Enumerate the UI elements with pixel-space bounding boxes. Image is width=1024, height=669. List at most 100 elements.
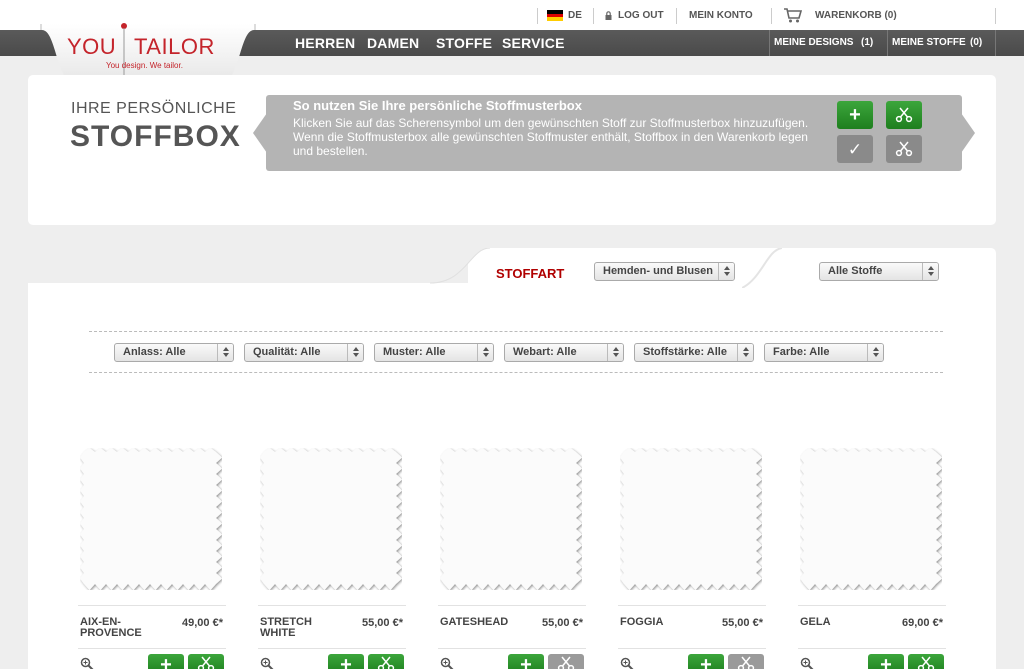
plus-icon: + [520, 654, 532, 669]
nav-stoffe[interactable]: STOFFE [436, 35, 492, 51]
divider [798, 648, 946, 649]
logo-tailor[interactable]: TAILOR [134, 34, 215, 60]
fabric-swatch[interactable] [800, 448, 942, 590]
product-name[interactable]: FOGGIA [620, 617, 663, 628]
product-name[interactable]: GELA [800, 617, 831, 628]
panel-curve-divider [742, 248, 782, 288]
fabric-swatch[interactable] [80, 448, 222, 590]
cart-icon[interactable] [783, 7, 803, 23]
panel-notch [28, 248, 468, 283]
divider [89, 331, 943, 332]
product-name-line2: PROVENCE [80, 627, 142, 639]
language-selector[interactable]: DE [568, 10, 582, 21]
nav-herren[interactable]: HERREN [295, 35, 355, 51]
zoom-icon[interactable] [440, 657, 454, 669]
filter-stoffstaerke[interactable]: Stoffstärke: Alle [634, 343, 754, 362]
product-price: 55,00 €* [362, 617, 403, 629]
stoffbox-title: STOFFBOX [70, 120, 241, 153]
divider [887, 30, 888, 56]
zoom-icon[interactable] [800, 657, 814, 669]
product-name-line1: GATESHEAD [440, 616, 509, 628]
divider [618, 648, 766, 649]
german-flag-icon[interactable] [547, 10, 563, 21]
divider [593, 8, 594, 24]
filter-farbe[interactable]: Farbe: Alle [764, 343, 884, 362]
scissors-icon [917, 656, 935, 669]
divider [995, 8, 996, 24]
stoffart-select[interactable]: Hemden- und Blusen [594, 262, 735, 281]
fabric-swatch[interactable] [440, 448, 582, 590]
scissors-icon [737, 656, 755, 669]
lock-icon [605, 11, 612, 20]
plus-icon: + [340, 654, 352, 669]
zoom-icon[interactable] [260, 657, 274, 669]
add-swatch-button[interactable] [188, 654, 224, 669]
product-name[interactable]: STRETCH WHITE [260, 617, 312, 639]
plus-icon: + [700, 654, 712, 669]
divider [89, 372, 943, 373]
nav-service[interactable]: SERVICE [502, 35, 565, 51]
filter-muster[interactable]: Muster: Alle [374, 343, 494, 362]
product-name[interactable]: GATESHEAD [440, 617, 508, 628]
plus-icon: + [160, 654, 172, 669]
add-to-cart-button[interactable]: + [148, 654, 184, 669]
product-name-line2: WHITE [260, 627, 296, 639]
add-to-cart-button[interactable]: + [508, 654, 544, 669]
divider [769, 30, 770, 56]
zoom-icon[interactable] [620, 657, 634, 669]
logout-link[interactable]: LOG OUT [618, 10, 664, 21]
filter-qualitaet[interactable]: Qualität: Alle [244, 343, 364, 362]
add-swatch-button[interactable] [548, 654, 584, 669]
divider [771, 8, 772, 24]
divider [78, 605, 226, 606]
scissors-icon [197, 656, 215, 669]
fabric-swatch[interactable] [620, 448, 762, 590]
filter-webart[interactable]: Webart: Alle [504, 343, 624, 362]
product-price: 55,00 €* [542, 617, 583, 629]
divider [258, 648, 406, 649]
logo-tagline: You design. We tailor. [106, 61, 183, 70]
scissors-disabled-icon [886, 135, 922, 163]
add-swatch-button[interactable] [728, 654, 764, 669]
product-price: 55,00 €* [722, 617, 763, 629]
divider [258, 605, 406, 606]
scope-select[interactable]: Alle Stoffe [819, 262, 939, 281]
product-price: 69,00 €* [902, 617, 943, 629]
my-designs-link[interactable]: MEINE DESIGNS [774, 37, 853, 48]
my-fabrics-count: (0) [970, 37, 983, 48]
cart-link[interactable]: WARENKORB (0) [815, 10, 897, 21]
divider [995, 30, 996, 56]
product-name-line1: GELA [800, 616, 831, 628]
panel-curve [430, 248, 490, 284]
my-designs-count: (1) [861, 37, 874, 48]
zoom-icon[interactable] [80, 657, 94, 669]
scissors-icon [557, 656, 575, 669]
scissors-icon [377, 656, 395, 669]
my-fabrics-link[interactable]: MEINE STOFFE [892, 37, 966, 48]
add-swatch-button[interactable] [908, 654, 944, 669]
info-text: Klicken Sie auf das Scherensymbol um den… [293, 116, 809, 158]
fabric-swatch[interactable] [260, 448, 402, 590]
add-to-cart-button[interactable]: + [328, 654, 364, 669]
plus-icon: + [880, 654, 892, 669]
divider [438, 605, 586, 606]
stoffbox-subtitle: IHRE PERSÖNLICHE [71, 100, 237, 117]
add-to-cart-button[interactable]: + [688, 654, 724, 669]
add-icon: + [837, 101, 873, 129]
info-title: So nutzen Sie Ihre persönliche Stoffmust… [293, 98, 582, 113]
account-link[interactable]: MEIN KONTO [689, 10, 753, 21]
add-to-cart-button[interactable]: + [868, 654, 904, 669]
divider [438, 648, 586, 649]
product-name-line1: FOGGIA [620, 616, 664, 628]
product-name[interactable]: AIX-EN- PROVENCE [80, 617, 142, 639]
scissors-icon [886, 101, 922, 129]
divider [618, 605, 766, 606]
filter-anlass[interactable]: Anlass: Alle [114, 343, 234, 362]
nav-damen[interactable]: DAMEN [367, 35, 419, 51]
divider [798, 605, 946, 606]
info-arrow-right [961, 113, 975, 153]
logo-you[interactable]: YOU [67, 34, 116, 60]
add-swatch-button[interactable] [368, 654, 404, 669]
divider [537, 8, 538, 24]
info-arrow-left [253, 113, 267, 153]
